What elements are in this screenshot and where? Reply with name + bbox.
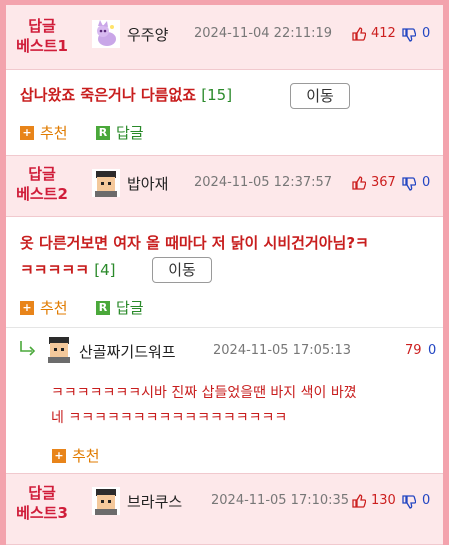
plus-square-icon: + bbox=[52, 448, 66, 463]
divider bbox=[6, 327, 443, 328]
reply-label: 답글 bbox=[116, 299, 144, 317]
recommend-button[interactable]: + 추천 bbox=[20, 297, 68, 318]
reply-content: ㅋㅋㅋㅋㅋㅋㅋ시바 진짜 삽들었을땐 바지 색이 바꼈 네 ㅋㅋㅋㅋㅋㅋㅋㅋㅋㅋ… bbox=[51, 381, 441, 431]
rank-bottom-text: 베스트2 bbox=[16, 185, 68, 203]
reply-text: 네 ㅋㅋㅋㅋㅋㅋㅋㅋㅋㅋㅋㅋㅋㅋㅋㅋㅋ bbox=[51, 410, 288, 426]
avatar[interactable] bbox=[92, 169, 120, 197]
thumbs-down-icon[interactable] bbox=[402, 495, 416, 509]
best-rank-label: 답글 베스트1 bbox=[10, 16, 74, 56]
upvote-count: 412 bbox=[371, 26, 396, 41]
recommend-button[interactable]: + 추천 bbox=[52, 445, 100, 466]
comment-nickname[interactable]: 밥아재 bbox=[127, 173, 168, 194]
comment-text: 삽나왔죠 죽은거나 다름없죠 bbox=[20, 86, 197, 104]
thumbs-up-icon[interactable] bbox=[352, 494, 366, 508]
thumbs-up-icon[interactable] bbox=[352, 27, 366, 41]
r-square-icon: R bbox=[96, 125, 110, 140]
best-rank-label: 답글 베스트2 bbox=[10, 164, 74, 204]
reply-text: ㅋㅋㅋㅋㅋㅋㅋ시바 진짜 삽들었을땐 바지 색이 바꼈 bbox=[51, 385, 357, 401]
move-button[interactable]: 이동 bbox=[152, 257, 212, 283]
downvote-count: 0 bbox=[422, 175, 431, 190]
recommend-label: 추천 bbox=[40, 124, 68, 142]
comment-date: 2024-11-05 12:37:57 bbox=[194, 175, 333, 190]
rank-bottom-text: 베스트3 bbox=[16, 504, 68, 522]
comment-nickname[interactable]: 브라쿠스 bbox=[127, 491, 182, 512]
avatar[interactable] bbox=[45, 335, 73, 363]
avatar[interactable] bbox=[92, 20, 120, 48]
reply-count[interactable]: [4] bbox=[94, 261, 115, 279]
move-button[interactable]: 이동 bbox=[290, 83, 350, 109]
downvote-count: 0 bbox=[422, 26, 431, 41]
thumbs-down-icon[interactable] bbox=[402, 28, 416, 42]
plus-square-icon: + bbox=[20, 125, 34, 140]
rank-top-text: 답글 bbox=[28, 484, 56, 502]
thumbs-down-icon[interactable] bbox=[402, 177, 416, 191]
rank-top-text: 답글 bbox=[28, 17, 56, 35]
comment-nickname[interactable]: 산골짜기드워프 bbox=[79, 341, 176, 362]
best-rank-label: 답글 베스트3 bbox=[10, 483, 74, 523]
comment-date: 2024-11-04 22:11:19 bbox=[194, 26, 333, 41]
comment-content: 삽나왔죠 죽은거나 다름없죠 [15] bbox=[20, 82, 232, 109]
r-square-icon: R bbox=[96, 300, 110, 315]
reply-label: 답글 bbox=[116, 124, 144, 142]
plus-square-icon: + bbox=[20, 300, 34, 315]
thumbs-up-icon[interactable] bbox=[352, 176, 366, 190]
reply-arrow-icon bbox=[20, 341, 36, 356]
comment-text: ㅋㅋㅋㅋㅋ bbox=[20, 261, 90, 279]
downvote-count: 0 bbox=[422, 493, 431, 508]
comment-date: 2024-11-05 17:05:13 bbox=[213, 343, 352, 358]
recommend-label: 추천 bbox=[40, 299, 68, 317]
reply-count[interactable]: [15] bbox=[201, 86, 232, 104]
comment-nickname[interactable]: 우주양 bbox=[127, 24, 168, 45]
rank-bottom-text: 베스트1 bbox=[16, 37, 68, 55]
recommend-label: 추천 bbox=[72, 447, 100, 465]
rank-top-text: 답글 bbox=[28, 165, 56, 183]
avatar[interactable] bbox=[92, 487, 120, 515]
comment-text: 옷 다른거보면 여자 올 때마다 저 닭이 시비건거아님?ㅋ bbox=[20, 234, 369, 252]
reply-button[interactable]: R 답글 bbox=[96, 297, 144, 318]
reply-button[interactable]: R 답글 bbox=[96, 122, 144, 143]
comment-content: 옷 다른거보면 여자 올 때마다 저 닭이 시비건거아님?ㅋ ㅋㅋㅋㅋㅋ [4] bbox=[20, 230, 435, 284]
recommend-button[interactable]: + 추천 bbox=[20, 122, 68, 143]
downvote-count: 0 bbox=[428, 343, 437, 358]
upvote-count: 367 bbox=[371, 175, 396, 190]
upvote-count: 79 bbox=[405, 343, 422, 358]
upvote-count: 130 bbox=[371, 493, 396, 508]
comment-date: 2024-11-05 17:10:35 bbox=[211, 493, 350, 508]
